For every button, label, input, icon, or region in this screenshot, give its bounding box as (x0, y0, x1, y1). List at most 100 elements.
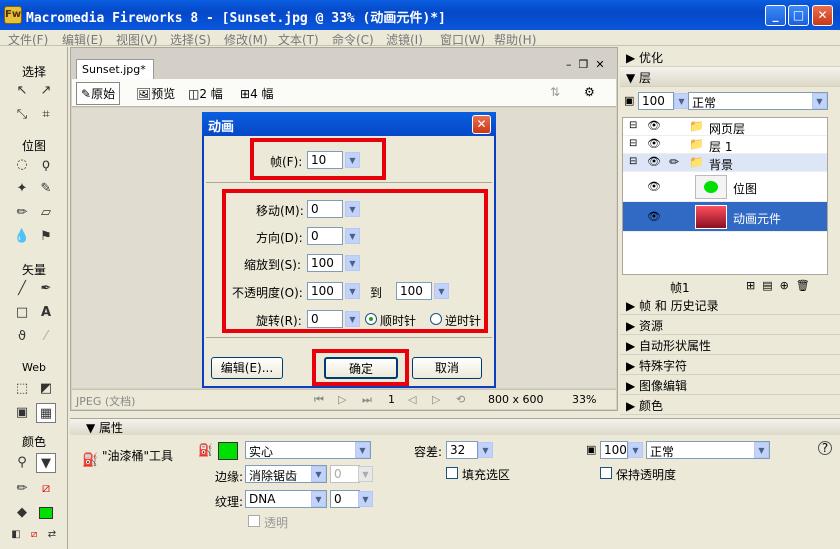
layer-blend-select[interactable]: 正常 (688, 92, 828, 110)
view-2up-tab[interactable]: ◫2 幅 (188, 85, 223, 102)
status-zoom[interactable]: 33% (572, 393, 596, 406)
fill-color-swatch[interactable] (36, 503, 56, 523)
panel-autoshape[interactable]: ▶ 自动形状属性 (620, 335, 840, 355)
move-input[interactable]: 0 (307, 200, 343, 218)
quick-export-icon[interactable]: ⚙ (584, 85, 595, 99)
texture-dropdown[interactable]: ▼ (311, 491, 326, 507)
show-slices-icon[interactable]: ▦ (36, 403, 56, 423)
menu-modify[interactable]: 修改(M) (224, 31, 268, 48)
text-tool-icon[interactable]: A (36, 303, 56, 323)
menu-text[interactable]: 文本(T) (278, 31, 319, 48)
expand-icon[interactable]: ⊟ (629, 120, 637, 131)
frame-prev-button[interactable]: ◁ (408, 393, 416, 406)
menu-window[interactable]: 窗口(W) (440, 31, 485, 48)
menu-view[interactable]: 视图(V) (116, 31, 158, 48)
no-color-icon[interactable]: ⧄ (24, 525, 44, 545)
panel-special-chars[interactable]: ▶ 特殊字符 (620, 355, 840, 375)
props-blend-select[interactable]: 正常 (646, 441, 770, 459)
edge-dropdown[interactable]: ▼ (311, 466, 326, 482)
eyedropper-tool-icon[interactable]: ⚲ (12, 453, 32, 473)
layer-object-animation[interactable]: 👁 动画元件 (623, 202, 827, 232)
menu-select[interactable]: 选择(S) (170, 31, 211, 48)
menu-help[interactable]: 帮助(H) (494, 31, 536, 48)
edit-button[interactable]: 编辑(E)... (211, 357, 283, 379)
ok-button[interactable]: 确定 (324, 357, 398, 379)
view-4up-tab[interactable]: ⊞4 幅 (240, 85, 274, 102)
props-blend-dropdown[interactable]: ▼ (754, 442, 769, 458)
layer-row-layer1[interactable]: ⊟ 👁 📁 层 1 (623, 136, 827, 154)
panel-optimize[interactable]: ▶ 优化 (620, 47, 840, 67)
rubber-stamp-tool-icon[interactable]: ⚑ (36, 227, 56, 247)
panel-color[interactable]: ▶ 颜色 (620, 395, 840, 415)
pencil-tool-icon[interactable]: ✏ (12, 203, 32, 223)
scale-input[interactable]: 100 (307, 254, 343, 272)
stroke-color-swatch[interactable]: ⧄ (36, 479, 56, 499)
eye-icon[interactable]: 👁 (647, 180, 661, 193)
document-tab[interactable]: Sunset.jpg* (76, 59, 154, 79)
crop-tool-icon[interactable]: ⌗ (36, 105, 56, 125)
edge-amount-dropdown[interactable]: ▼ (358, 466, 373, 482)
frames-dropdown[interactable]: ▼ (345, 152, 360, 168)
expand-icon[interactable]: ⊟ (629, 138, 637, 149)
view-original-tab[interactable]: ✎原始 (76, 82, 121, 105)
texture-amount-input[interactable]: 0 (330, 490, 360, 508)
direction-input[interactable]: 0 (307, 227, 343, 245)
fireworks-app-icon[interactable]: Fw (4, 6, 22, 24)
preserve-transparency-checkbox[interactable] (600, 467, 612, 479)
scale-dropdown[interactable]: ▼ (345, 255, 360, 271)
menu-commands[interactable]: 命令(C) (332, 31, 374, 48)
panel-assets[interactable]: ▶ 资源 (620, 315, 840, 335)
swap-colors-icon[interactable]: ⇄ (42, 525, 62, 545)
maximize-button[interactable]: □ (788, 5, 809, 26)
edge-amount-input[interactable]: 0 (330, 465, 360, 483)
layer-opacity-dropdown[interactable]: ▼ (674, 93, 689, 109)
properties-header[interactable]: ▼ 属性 (70, 419, 840, 435)
menu-filters[interactable]: 滤镜(I) (386, 31, 423, 48)
opacity-to-dropdown[interactable]: ▼ (434, 283, 449, 299)
minimize-button[interactable]: _ (765, 5, 786, 26)
paint-bucket-tool-icon[interactable]: ▼ (36, 453, 56, 473)
menu-file[interactable]: 文件(F) (8, 31, 48, 48)
subselect-tool-icon[interactable]: ↗ (36, 81, 56, 101)
expand-icon[interactable]: ⊟ (629, 156, 637, 167)
marquee-tool-icon[interactable]: ◌ (12, 155, 32, 175)
opacity-to-input[interactable]: 100 (396, 282, 432, 300)
eye-icon[interactable]: 👁 (647, 155, 661, 168)
blur-tool-icon[interactable]: 💧 (12, 227, 32, 247)
fill-type-dropdown[interactable]: ▼ (355, 442, 370, 458)
slice-tool-icon[interactable]: ◩ (36, 379, 56, 399)
export-icon[interactable]: ⇅ (550, 85, 560, 99)
layer-blend-dropdown[interactable]: ▼ (812, 93, 827, 109)
tolerance-dropdown[interactable]: ▼ (478, 442, 493, 458)
hotspot-tool-icon[interactable]: ⬚ (12, 379, 32, 399)
menu-edit[interactable]: 编辑(E) (62, 31, 103, 48)
texture-amount-dropdown[interactable]: ▼ (358, 491, 373, 507)
help-icon[interactable]: ? (818, 441, 832, 455)
magic-wand-tool-icon[interactable]: ✦ (12, 179, 32, 199)
panel-image-edit[interactable]: ▶ 图像编辑 (620, 375, 840, 395)
eye-icon[interactable]: 👁 (647, 137, 661, 150)
frames-input[interactable]: 10 (307, 151, 343, 169)
stroke-color-icon[interactable]: ✏ (12, 479, 32, 499)
props-opacity-input[interactable]: 100 (600, 441, 628, 459)
eraser-tool-icon[interactable]: ▱ (36, 203, 56, 223)
fill-color-icon[interactable]: ◆ (12, 503, 32, 523)
knife-tool-icon[interactable]: ⁄ (36, 327, 56, 347)
dialog-close-button[interactable]: ✕ (472, 115, 491, 134)
hide-slices-icon[interactable]: ▣ (12, 403, 32, 423)
counterclockwise-radio[interactable] (430, 313, 442, 325)
rotate-dropdown[interactable]: ▼ (345, 311, 360, 327)
tolerance-input[interactable]: 32 (446, 441, 478, 459)
frame-next-button[interactable]: ▷ (432, 393, 440, 406)
clockwise-radio[interactable] (365, 313, 377, 325)
pointer-tool-icon[interactable]: ↖ (12, 81, 32, 101)
pen-tool-icon[interactable]: ✒ (36, 279, 56, 299)
direction-dropdown[interactable]: ▼ (345, 228, 360, 244)
close-button[interactable]: ✕ (812, 5, 833, 26)
line-tool-icon[interactable]: ╱ (12, 279, 32, 299)
move-dropdown[interactable]: ▼ (345, 201, 360, 217)
layer-object-bitmap[interactable]: 👁 位图 (623, 172, 827, 202)
panel-frames-history[interactable]: ▶ 帧 和 历史记录 (620, 295, 840, 315)
freeform-tool-icon[interactable]: ϑ (12, 327, 32, 347)
frame-label[interactable]: 帧1 (670, 279, 690, 296)
